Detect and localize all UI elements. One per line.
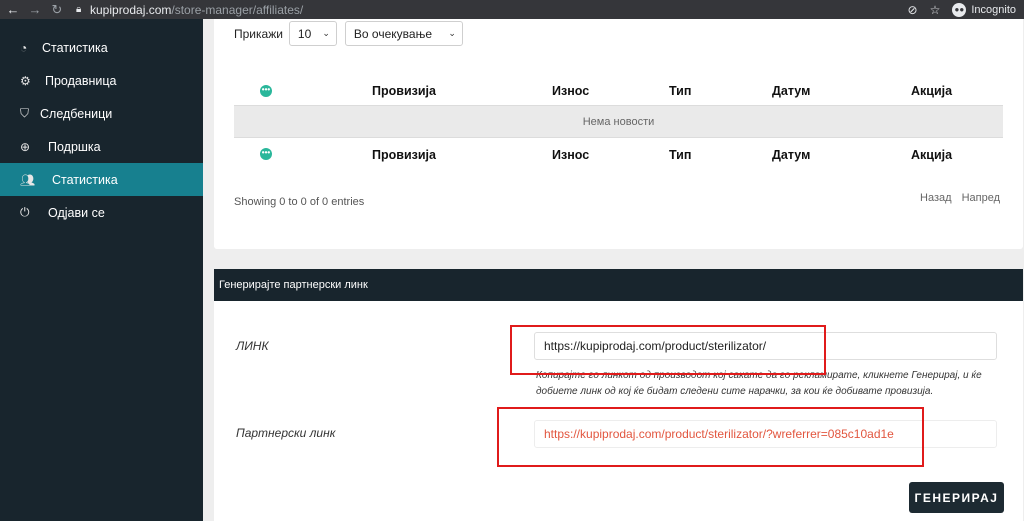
entries-info: Showing 0 to 0 of 0 entries xyxy=(234,196,365,208)
link-label: ЛИНК xyxy=(236,339,269,353)
address-bar[interactable]: 🔒︎ kupiprodaj.com /store-manager/affilia… xyxy=(76,0,303,19)
incognito-icon: ●● xyxy=(952,2,967,17)
column-footer-action: Акција xyxy=(911,148,953,162)
lifebuoy-icon: ⊕ xyxy=(20,139,31,154)
sidebar-item-label: Статистика xyxy=(42,40,108,55)
lock-icon: 🔒︎ xyxy=(76,4,82,15)
sidebar-item-label: Одјави се xyxy=(48,205,105,220)
status-filter-value: Во очекување xyxy=(353,26,432,41)
generate-button[interactable]: ГЕНЕРИРАЈ xyxy=(909,482,1004,513)
url-path: /store-manager/affiliates/ xyxy=(171,2,304,17)
gears-icon: ⚙ xyxy=(20,73,31,88)
page-size-label: Прикажи xyxy=(234,26,283,41)
table-controls: Прикажи 10 ⌄ Во очекување ⌄ xyxy=(234,21,463,46)
sidebar-item-label: Следбеници xyxy=(40,106,113,121)
sidebar-item-logout[interactable]: ⏻ Одјави се xyxy=(0,196,203,229)
chevron-down-icon: ⌄ xyxy=(322,28,330,38)
link-highlight-box xyxy=(510,325,826,375)
status-filter-select[interactable]: Во очекување ⌄ xyxy=(344,21,463,46)
sidebar: ◔ Статистика ⚙ Продавница ⛉ Следбеници ⊕… xyxy=(0,19,203,521)
users-icon: 👥︎ xyxy=(20,172,36,187)
pagination: Назад Напред xyxy=(920,192,1000,204)
sidebar-item-followers[interactable]: ⛉ Следбеници xyxy=(0,97,203,130)
back-arrow-icon[interactable]: ← xyxy=(2,0,24,19)
partner-link-highlight-box xyxy=(497,407,924,467)
browser-toolbar: ← → ↻ 🔒︎ kupiprodaj.com /store-manager/a… xyxy=(0,0,1024,19)
column-footer-type: Тип xyxy=(669,148,692,162)
more-icon[interactable]: ••• xyxy=(260,85,272,97)
forward-arrow-icon[interactable]: → xyxy=(24,0,46,19)
previous-page-link[interactable]: Назад xyxy=(920,192,952,204)
more-icon[interactable]: ••• xyxy=(260,148,272,160)
sidebar-item-label: Статистика xyxy=(52,172,118,187)
incognito-indicator[interactable]: ●● Incognito xyxy=(952,2,1016,17)
next-page-link[interactable]: Напред xyxy=(962,192,1000,204)
generator-title: Генерирајте партнерски линк xyxy=(214,269,1023,301)
table-header: ••• Провизија Износ Тип Датум Акција xyxy=(234,77,1003,106)
power-icon: ⏻ xyxy=(20,205,30,219)
column-header-commission[interactable]: Провизија xyxy=(372,84,436,98)
star-icon[interactable]: ☆ xyxy=(930,3,941,17)
reload-icon[interactable]: ↻ xyxy=(46,0,68,19)
column-header-action[interactable]: Акција xyxy=(911,84,952,98)
column-footer-amount: Износ xyxy=(552,148,590,162)
sidebar-item-statistics[interactable]: ◔ Статистика xyxy=(0,31,203,64)
url-host: kupiprodaj.com xyxy=(90,2,172,17)
column-header-type[interactable]: Тип xyxy=(669,84,691,98)
affiliates-table-card: Прикажи 10 ⌄ Во очекување ⌄ ••• Провизиј… xyxy=(214,19,1023,249)
page-size-value: 10 xyxy=(297,26,312,41)
column-footer-commission: Провизија xyxy=(372,148,436,162)
eye-off-icon[interactable]: ⊘ xyxy=(908,3,918,17)
column-footer-date: Датум xyxy=(772,148,811,162)
sidebar-item-support[interactable]: ⊕ Подршка xyxy=(0,130,203,163)
partner-link-label: Партнерски линк xyxy=(236,426,336,440)
affiliate-link-generator-card: Генерирајте партнерски линк ЛИНК https:/… xyxy=(214,269,1023,521)
shirt-icon: ⛉ xyxy=(20,106,30,120)
chevron-down-icon: ⌄ xyxy=(448,28,456,38)
pie-chart-icon: ◔ xyxy=(20,40,28,55)
sidebar-item-affiliate-statistics[interactable]: 👥︎ Статистика xyxy=(0,163,203,196)
sidebar-item-label: Подршка xyxy=(48,139,101,154)
column-header-amount[interactable]: Износ xyxy=(552,84,589,98)
sidebar-item-label: Продавница xyxy=(45,73,117,88)
column-header-date[interactable]: Датум xyxy=(772,84,810,98)
incognito-label: Incognito xyxy=(971,3,1016,16)
table-footer: ••• Провизија Износ Тип Датум Акција xyxy=(234,141,1003,172)
page-size-select[interactable]: 10 ⌄ xyxy=(288,21,337,46)
sidebar-item-store[interactable]: ⚙ Продавница xyxy=(0,64,203,97)
empty-table-row: Нема новости xyxy=(234,106,1003,138)
